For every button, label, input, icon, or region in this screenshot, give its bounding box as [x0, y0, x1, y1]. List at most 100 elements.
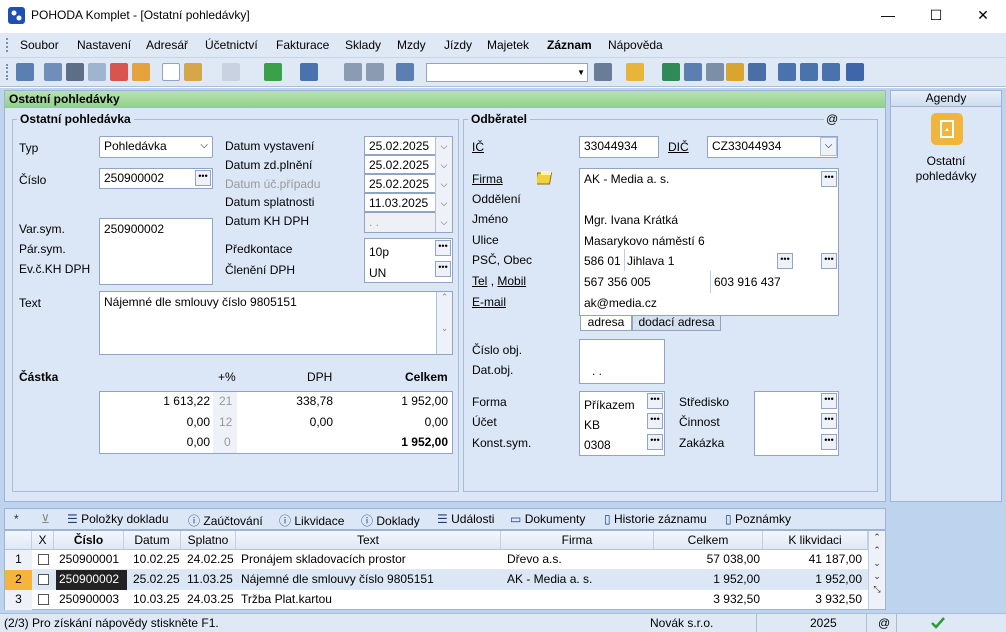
tab-filter[interactable]: ⊻	[36, 512, 62, 526]
firma-value[interactable]: AK - Media a. s.	[584, 172, 669, 186]
menu-adresar[interactable]: Adresář	[146, 38, 188, 52]
firma-label[interactable]: Firma	[472, 172, 503, 186]
grid-header-firma[interactable]: Firma	[501, 531, 654, 550]
filter-icon[interactable]	[594, 63, 612, 81]
amount-row1-celkem[interactable]: 1 952,00	[340, 394, 448, 408]
mobil-label[interactable]: Mobil	[497, 274, 526, 288]
folder-icon[interactable]	[626, 63, 644, 81]
objednavka-field[interactable]: . .	[579, 339, 665, 384]
amount-row2-celkem[interactable]: 0,00	[340, 415, 448, 429]
address-book-icon[interactable]	[537, 170, 555, 186]
tab-udalosti[interactable]: ☰ Události	[437, 512, 494, 526]
window-icon[interactable]	[778, 63, 796, 81]
mobil-value[interactable]: 603 916 437	[714, 275, 781, 289]
row-checkbox[interactable]	[38, 574, 49, 585]
iban-icon[interactable]	[748, 63, 766, 81]
payment-icon[interactable]	[684, 63, 702, 81]
email-value[interactable]: ak@media.cz	[584, 296, 657, 310]
dic-dropdown-icon[interactable]: ⌵	[820, 137, 837, 156]
stredisko-dots-button[interactable]: •••	[821, 393, 837, 409]
amount-row2-dph[interactable]: 0,00	[237, 415, 333, 429]
accounting-icon[interactable]	[662, 63, 680, 81]
document-copy-icon[interactable]	[396, 63, 414, 81]
menu-zaznam[interactable]: Záznam	[547, 38, 592, 52]
jmeno-value[interactable]: Mgr. Ivana Krátká	[584, 213, 678, 227]
zakazka-dots-button[interactable]: •••	[821, 434, 837, 450]
tab-likvidace[interactable]: ⓘ Likvidace	[279, 512, 344, 529]
row-checkbox[interactable]	[38, 554, 49, 565]
menu-majetek[interactable]: Majetek	[487, 38, 529, 52]
menu-napoveda[interactable]: Nápověda	[608, 38, 663, 52]
export-icon[interactable]	[132, 63, 150, 81]
table-row[interactable]: 1 250900001 10.02.25 24.02.25 Pronájem s…	[5, 550, 868, 570]
psc-value[interactable]: 586 01	[584, 254, 621, 268]
close-button[interactable]: ✕	[960, 0, 1006, 32]
grid-header-x[interactable]: X	[32, 531, 54, 550]
dic-field[interactable]: CZ33044934	[707, 136, 838, 158]
grid-header-datum[interactable]: Datum	[124, 531, 181, 550]
tab-historie[interactable]: ▯ Historie záznamu	[604, 512, 707, 526]
tab-dokumenty[interactable]: ▭ Dokumenty	[510, 512, 585, 526]
grid-header-splatno[interactable]: Splatno	[181, 531, 236, 550]
copy-record-icon[interactable]	[44, 63, 62, 81]
maximize-button[interactable]: ☐	[913, 0, 959, 32]
menu-fakturace[interactable]: Fakturace	[276, 38, 329, 52]
symbols-field[interactable]: 250900002	[99, 218, 213, 285]
address-dots-button[interactable]: •••	[821, 253, 837, 269]
tab-asterisk[interactable]: *	[14, 512, 19, 526]
coins-icon[interactable]	[726, 63, 744, 81]
tel-label[interactable]: Tel	[472, 274, 487, 288]
settings-gear-icon[interactable]	[300, 63, 318, 81]
obec-dots-button[interactable]: •••	[777, 253, 793, 269]
firma-dots-button[interactable]: •••	[821, 171, 837, 187]
table-row[interactable]: 3 250900003 10.03.25 24.03.25 Tržba Plat…	[5, 590, 868, 610]
ulice-value[interactable]: Masarykovo náměstí 6	[584, 234, 705, 248]
amount-row1-dph[interactable]: 338,78	[237, 394, 333, 408]
amount-row1-zaklad[interactable]: 1 613,22	[100, 394, 210, 408]
new-record-icon[interactable]	[162, 63, 180, 81]
tab-doklady[interactable]: ⓘ Doklady	[361, 512, 420, 529]
ucet-dots-button[interactable]: •••	[647, 413, 663, 429]
quick-search-input[interactable]: ▼	[426, 63, 588, 82]
tab-polozky-dokladu[interactable]: ☰ Položky dokladu	[67, 512, 169, 526]
cinnost-dots-button[interactable]: •••	[821, 413, 837, 429]
cislo-dots-button[interactable]: •••	[195, 170, 211, 186]
text-field[interactable]: Nájemné dle smlouvy číslo 9805151	[99, 291, 453, 355]
predkontace-dots-button[interactable]: •••	[435, 240, 451, 256]
menu-jizdy[interactable]: Jízdy	[444, 38, 472, 52]
tel-value[interactable]: 567 356 005	[584, 275, 651, 289]
ic-label[interactable]: IČ	[472, 140, 484, 154]
form-view-icon[interactable]	[800, 63, 818, 81]
dic-label[interactable]: DIČ	[668, 140, 689, 154]
amount-table[interactable]: 1 613,22 21 338,78 1 952,00 0,00 12 0,00…	[99, 391, 453, 454]
menu-nastaveni[interactable]: Nastavení	[77, 38, 131, 52]
email-label[interactable]: E-mail	[472, 295, 506, 309]
ic-field[interactable]: 33044934	[579, 136, 659, 158]
edit-brush-icon[interactable]	[184, 63, 202, 81]
menu-sklady[interactable]: Sklady	[345, 38, 381, 52]
tab-poznamky[interactable]: ▯ Poznámky	[725, 512, 791, 526]
ostatni-pohledavky-link[interactable]: Ostatní pohledávky	[891, 154, 1001, 184]
menu-ucetnictvi[interactable]: Účetnictví	[205, 38, 258, 52]
pdf-icon[interactable]	[110, 63, 128, 81]
menu-mzdy[interactable]: Mzdy	[397, 38, 426, 52]
typ-select[interactable]: Pohledávka ⌵	[99, 136, 213, 158]
konst-dots-button[interactable]: •••	[647, 434, 663, 450]
table-view-icon[interactable]	[822, 63, 840, 81]
panels-icon[interactable]	[16, 63, 34, 81]
print-icon[interactable]	[66, 63, 84, 81]
grid-header-text[interactable]: Text	[236, 531, 501, 550]
calculator-icon[interactable]	[706, 63, 724, 81]
grid-header-celkem[interactable]: Celkem	[654, 531, 763, 550]
print-preview-icon[interactable]	[88, 63, 106, 81]
minimize-button[interactable]: —	[865, 0, 911, 32]
row-checkbox[interactable]	[38, 594, 49, 605]
grid-scrollbar[interactable]: ⌃ ⌃ ⌄ ⌄ ⤡	[868, 531, 885, 609]
grid-header-cislo[interactable]: Číslo	[54, 531, 124, 550]
obec-value[interactable]: Jihlava 1	[627, 254, 674, 268]
table-row-selected[interactable]: 2 250900002 25.02.25 11.03.25 Nájemné dl…	[5, 570, 868, 590]
tab-adresa[interactable]: adresa	[580, 316, 632, 331]
tab-zauctovani[interactable]: ⓘ Zaúčtování	[188, 512, 263, 529]
back-arrow-icon[interactable]	[264, 63, 282, 81]
forma-dots-button[interactable]: •••	[647, 393, 663, 409]
